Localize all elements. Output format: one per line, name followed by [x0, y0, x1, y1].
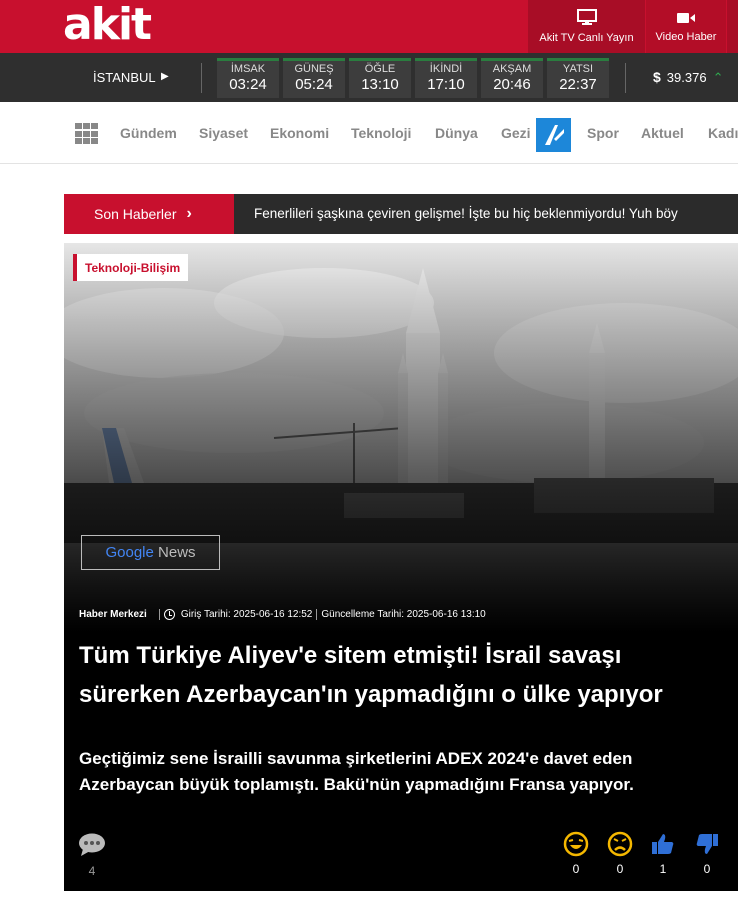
nav-item-aktuel[interactable]: Aktuel — [641, 125, 684, 141]
reaction-laugh-button[interactable]: 0 — [562, 831, 590, 876]
article-headline: Tüm Türkiye Aliyev'e sitem etmişti! İsra… — [79, 642, 663, 708]
thumbs-down-icon — [696, 834, 718, 854]
reaction-sad-count: 0 — [616, 862, 624, 876]
divider — [316, 609, 318, 620]
category-nav: Gündem Siyaset Ekonomi Teknoloji Dünya G… — [0, 102, 738, 164]
monitor-icon — [576, 9, 597, 25]
author-name[interactable]: Haber Merkezi — [79, 609, 147, 620]
menu-grid-icon[interactable] — [75, 123, 99, 145]
nav-item-gezi[interactable]: Gezi — [501, 125, 531, 141]
updated-date: Güncelleme Tarihi: 2025-06-16 13:10 — [321, 609, 486, 620]
video-news-button[interactable]: Video Haber — [646, 0, 726, 53]
site-logo[interactable]: akit — [63, 0, 152, 50]
caret-right-icon[interactable]: ▶ — [161, 71, 169, 82]
laughing-face-icon — [563, 831, 589, 857]
divider — [158, 609, 160, 620]
nav-item-ekonomi[interactable]: Ekonomi — [270, 125, 329, 141]
article-summary: Geçtiğimiz sene İsrailli savunma şirketl… — [79, 749, 634, 794]
nav-item-kadin[interactable]: Kadı — [708, 125, 738, 141]
article-meta: Haber Merkezi Giriş Tarihi: 2025-06-16 1… — [79, 609, 486, 620]
nav-item-spor[interactable]: Spor — [587, 125, 619, 141]
breaking-news-label[interactable]: Son Haberler › — [64, 194, 234, 234]
news-wordmark: News — [158, 544, 196, 561]
prayer-time-yatsi: YATSI 22:37 — [547, 58, 609, 98]
nav-item-dunya[interactable]: Dünya — [435, 125, 478, 141]
nav-item-siyaset[interactable]: Siyaset — [199, 125, 248, 141]
nav-item-teknoloji[interactable]: Teknoloji — [351, 125, 411, 141]
google-news-logo: Google News — [105, 544, 195, 561]
prayer-time-ikindi: İKİNDİ 17:10 — [415, 58, 477, 98]
partner-logo-icon[interactable] — [536, 118, 571, 152]
prayer-time-gunes: GÜNEŞ 05:24 — [283, 58, 345, 98]
published-date: Giriş Tarihi: 2025-06-16 12:52 — [180, 609, 313, 620]
breaking-news-bar: Son Haberler › Fenerlileri şaşkına çevire… — [64, 194, 738, 234]
arrow-up-icon: ⌃ — [712, 70, 724, 85]
video-news-label: Video Haber — [655, 30, 717, 43]
chevron-right-icon: › — [186, 205, 192, 222]
reaction-sad-button[interactable]: 0 — [606, 831, 634, 876]
live-tv-label: Akit TV Canlı Yayın — [539, 32, 634, 44]
article-hero: Teknoloji-Bilişim Google News Haber Merk… — [64, 243, 738, 891]
city-selector[interactable]: İSTANBUL — [93, 70, 156, 85]
live-tv-button[interactable]: Akit TV Canlı Yayın — [528, 0, 645, 53]
prayer-time-imsak: İMSAK 03:24 — [217, 58, 279, 98]
speech-bubble-icon — [79, 833, 105, 856]
clock-icon — [163, 609, 175, 620]
nav-item-gundem[interactable]: Gündem — [120, 125, 177, 141]
dollar-icon: $ — [653, 69, 661, 85]
sad-face-icon — [607, 831, 633, 857]
comment-count: 4 — [88, 864, 96, 878]
reaction-laugh-count: 0 — [572, 862, 580, 876]
thumbs-up-icon — [652, 834, 674, 854]
top-header: akit Akit TV Canlı Yayın Video Haber — [0, 0, 738, 53]
video-camera-icon — [677, 12, 695, 23]
reaction-like-count: 1 — [659, 862, 667, 876]
divider — [625, 63, 626, 93]
category-badge[interactable]: Teknoloji-Bilişim — [73, 254, 189, 281]
prayer-times-bar: İSTANBUL ▶ İMSAK 03:24 GÜNEŞ 05:24 ÖĞLE 13:… — [0, 53, 738, 102]
currency-ticker[interactable]: $39.376 ⌃ — [653, 69, 723, 86]
google-wordmark: Google — [105, 544, 154, 561]
header-extra-button[interactable] — [727, 0, 738, 53]
reaction-like-button[interactable]: 1 — [649, 831, 677, 876]
breaking-news-headline[interactable]: Fenerlileri şaşkına çeviren gelişme! İşt… — [254, 206, 678, 221]
divider — [201, 63, 202, 93]
prayer-time-aksam: AKŞAM 20:46 — [481, 58, 543, 98]
comments-button[interactable]: 4 — [77, 833, 107, 878]
currency-value: 39.376 — [666, 70, 707, 85]
prayer-time-ogle: ÖĞLE 13:10 — [349, 58, 411, 98]
google-news-button[interactable]: Google News — [81, 535, 220, 570]
reaction-dislike-button[interactable]: 0 — [693, 831, 721, 876]
reaction-dislike-count: 0 — [703, 862, 711, 876]
